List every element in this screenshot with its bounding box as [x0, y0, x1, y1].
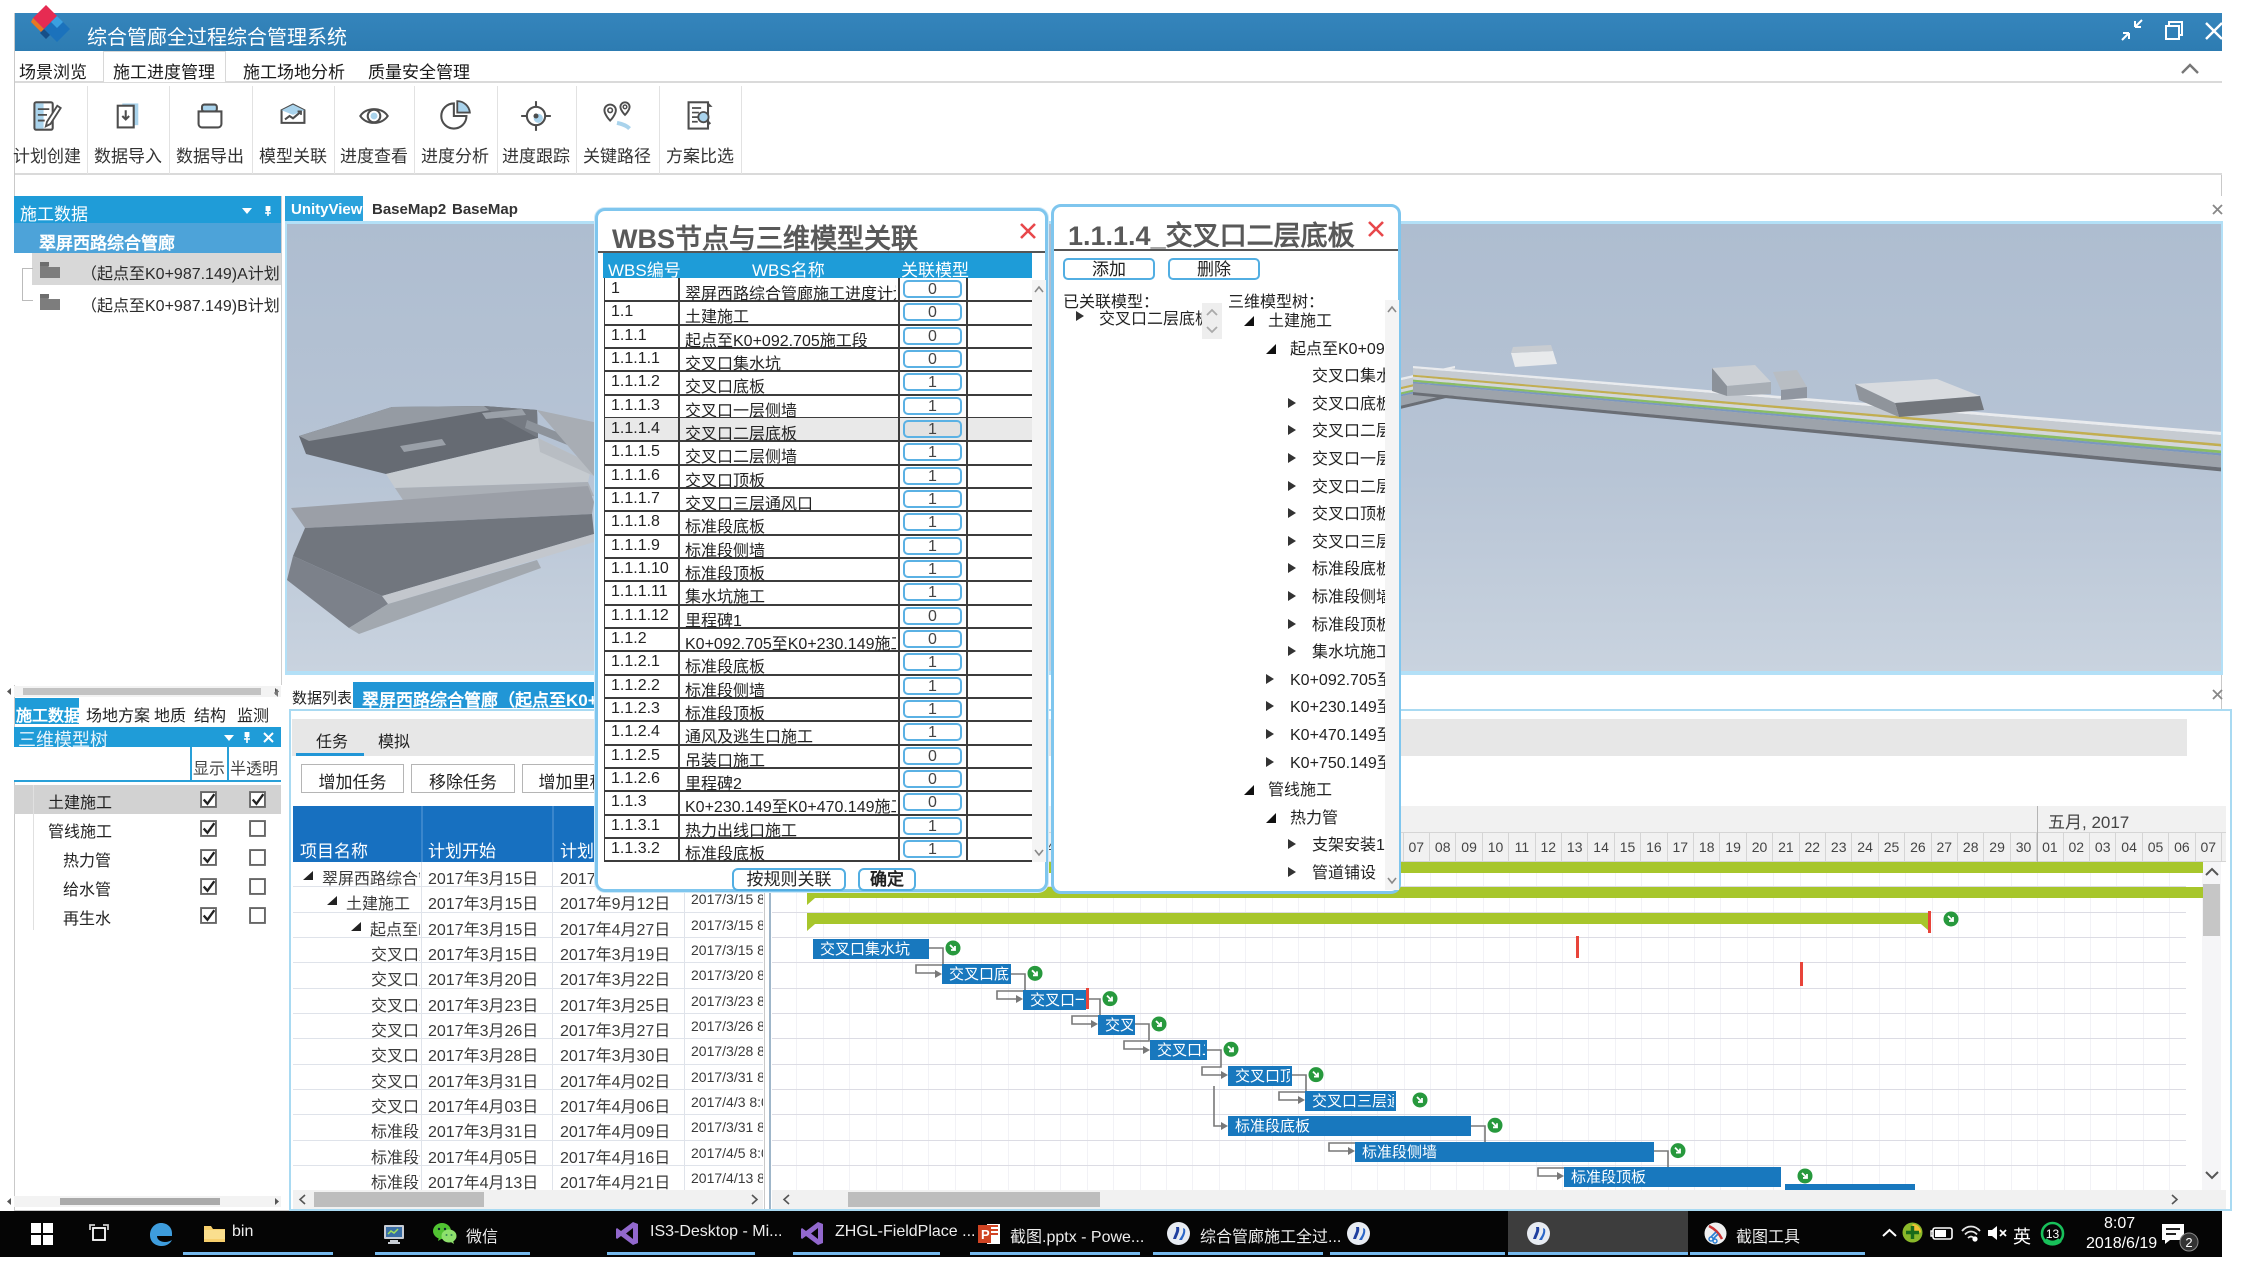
svg-text:交叉口集水坑: 交叉口集水坑 — [820, 940, 910, 958]
svg-text:13: 13 — [2046, 1227, 2060, 1241]
svg-text:标准段底板: 标准段底板 — [1235, 1117, 1310, 1135]
svg-text:P: P — [981, 1227, 990, 1242]
svg-text:交叉口一层侧墙: 交叉口一层侧墙 — [1030, 991, 1135, 1009]
svg-text:2: 2 — [2185, 1235, 2192, 1250]
svg-text:交叉口顶板: 交叉口顶板 — [1235, 1067, 1310, 1085]
svg-text:标准段侧墙: 标准段侧墙 — [1362, 1144, 1437, 1161]
svg-text:标准段顶板: 标准段顶板 — [1571, 1168, 1646, 1186]
